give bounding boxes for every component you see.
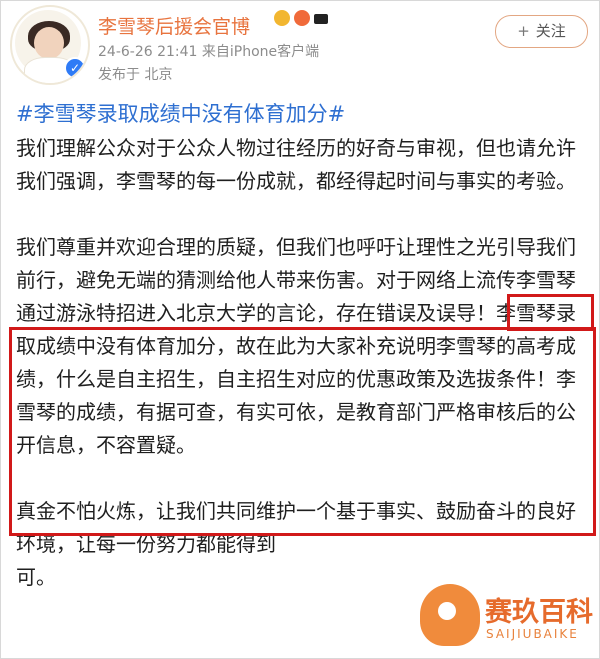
- post-meta: 24-6-26 21:41 来自iPhone客户端: [98, 41, 319, 61]
- avatar[interactable]: ✓: [10, 5, 90, 85]
- watermark-name-cn: 赛玖百科: [485, 597, 593, 628]
- crown-badge-icon: [274, 10, 290, 26]
- verified-icon: ✓: [64, 57, 86, 79]
- follow-button[interactable]: + 关注: [495, 15, 588, 48]
- follow-label: 关注: [535, 22, 566, 40]
- watermark-logo: 赛玖百科 SAIJIUBAIKE: [420, 582, 600, 658]
- post-source: 来自iPhone客户端: [201, 44, 320, 60]
- graduation-cap-icon: [314, 14, 328, 24]
- post-location: 发布于 北京: [98, 67, 173, 83]
- whale-tail-icon: [420, 584, 480, 646]
- author-name[interactable]: 李雪琴后援会官博: [98, 12, 250, 39]
- author-badges: [274, 10, 328, 26]
- watermark-name-en: SAIJIUBAIKE: [486, 627, 579, 641]
- post-header: ✓ 李雪琴后援会官博 24-6-26 21:41 来自iPhone客户端 发布于…: [0, 0, 600, 92]
- avatar-face: [34, 27, 64, 59]
- highlight-box-main: [9, 327, 596, 536]
- plus-icon: +: [517, 22, 530, 40]
- highlight-box-start: [507, 294, 594, 331]
- hashtag-link[interactable]: #李雪琴录取成绩中没有体育加分#: [16, 98, 586, 131]
- post-datetime: 24-6-26 21:41: [98, 44, 198, 60]
- level-badge-icon: [294, 10, 310, 26]
- post-paragraph: 我们理解公众对于公众人物过往经历的好奇与审视，但也请允许我们强调，李雪琴的每一份…: [16, 136, 576, 193]
